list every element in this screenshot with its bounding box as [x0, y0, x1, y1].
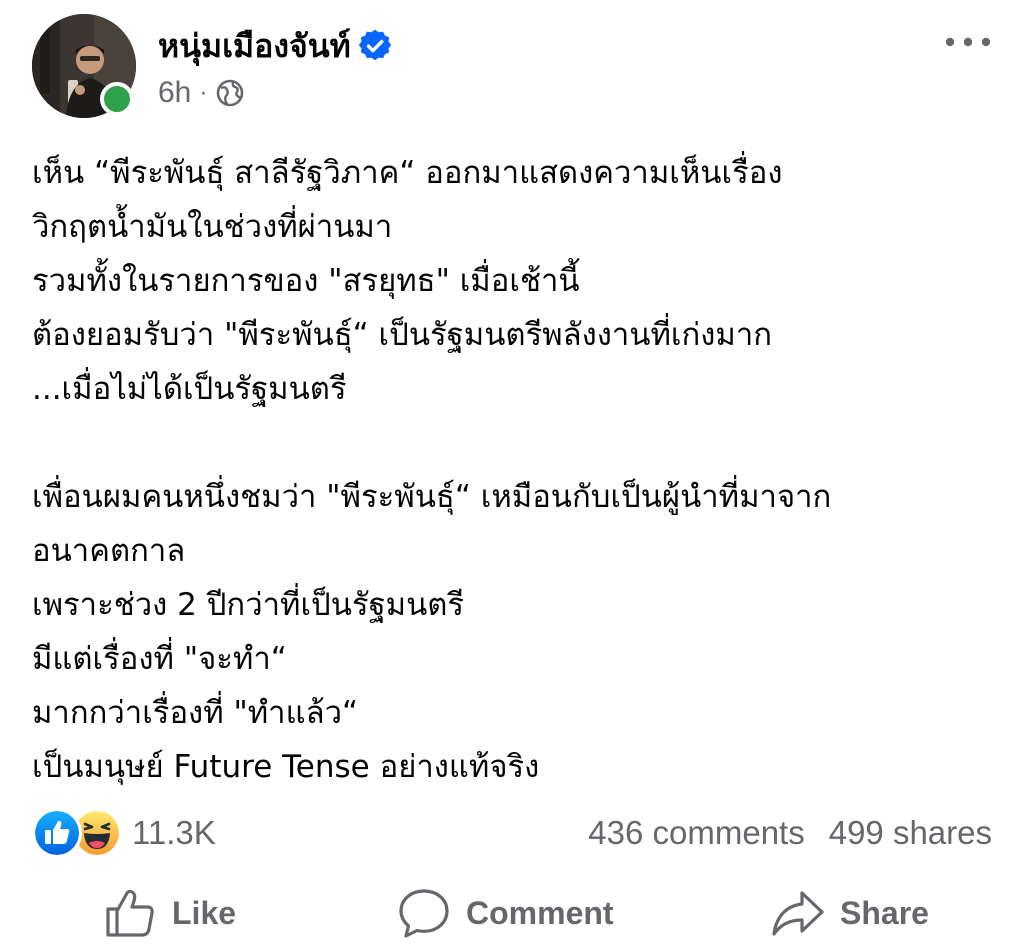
globe-icon[interactable] [215, 78, 245, 108]
post-meta: 6h · [158, 76, 245, 110]
post-actions-bar: Like Comment Share [0, 880, 1024, 946]
comments-count-link[interactable]: 436 comments [588, 814, 804, 852]
reactions-summary[interactable]: 11.3K [32, 808, 216, 858]
shares-count-link[interactable]: 499 shares [829, 814, 992, 852]
post-text-blank-line [32, 416, 1002, 470]
post-text-line: มีแต่เรื่องที่ "จะทำ“ [32, 641, 287, 677]
share-arrow-icon [772, 891, 824, 936]
post-text-line: เพราะช่วง 2 ปีกว่าที่เป็นรัฐมนตรี [32, 587, 465, 623]
author-avatar[interactable] [32, 14, 136, 118]
speech-bubble-icon [399, 889, 449, 938]
post-text-line: เพื่อนผมคนหนึ่งชมว่า "พีระพันธุ์“ เหมือน… [32, 479, 832, 515]
reaction-count: 11.3K [132, 814, 216, 851]
online-status-dot [100, 82, 134, 116]
like-button-label: Like [172, 894, 237, 931]
post-text-line: ต้องยอมรับว่า "พีระพันธุ์“ เป็นรัฐมนตรีพ… [32, 317, 773, 353]
meta-separator: · [199, 79, 208, 106]
post-text-line: อนาคตกาล [32, 533, 186, 569]
post-text-line: เห็น “พีระพันธุ์ สาลีรัฐวิภาค“ ออกมาแสดง… [32, 155, 783, 191]
post-text-line: มากกว่าเรื่องที่ "ทำแล้ว“ [32, 695, 359, 731]
share-button-label: Share [840, 894, 929, 931]
post-text-line: วิกฤตน้ำมันในช่วงที่ผ่านมา [32, 209, 393, 245]
post-stats: 11.3K 436 comments 499 shares [32, 808, 992, 858]
verified-badge-icon [358, 30, 391, 61]
more-options-icon[interactable] [944, 32, 992, 52]
comment-button-label: Comment [466, 894, 614, 931]
post-body-text: เห็น “พีระพันธุ์ สาลีรัฐวิภาค“ ออกมาแสดง… [32, 146, 1002, 794]
author-row: หนุ่มเมืองจันท์ [158, 26, 391, 66]
facebook-post: หนุ่มเมืองจันท์ 6h · เห็น “พีระพันธุ์ สา… [0, 0, 1024, 949]
post-text-line: รวมทั้งในรายการของ "สรยุทธ" เมื่อเช้านี้ [32, 263, 580, 299]
author-name[interactable]: หนุ่มเมืองจันท์ [158, 26, 351, 66]
post-time[interactable]: 6h [158, 76, 191, 110]
post-text-line: เป็นมนุษย์ Future Tense อย่างแท้จริง [32, 749, 540, 785]
like-button[interactable]: Like [102, 880, 236, 946]
like-reaction-icon [32, 808, 82, 858]
comment-button[interactable]: Comment [396, 880, 614, 946]
post-text-line: ...เมื่อไม่ได้เป็นรัฐมนตรี [32, 371, 347, 407]
share-button[interactable]: Share [770, 880, 929, 946]
thumbs-up-icon [106, 889, 154, 937]
engagement-counts: 436 comments 499 shares [588, 814, 992, 852]
